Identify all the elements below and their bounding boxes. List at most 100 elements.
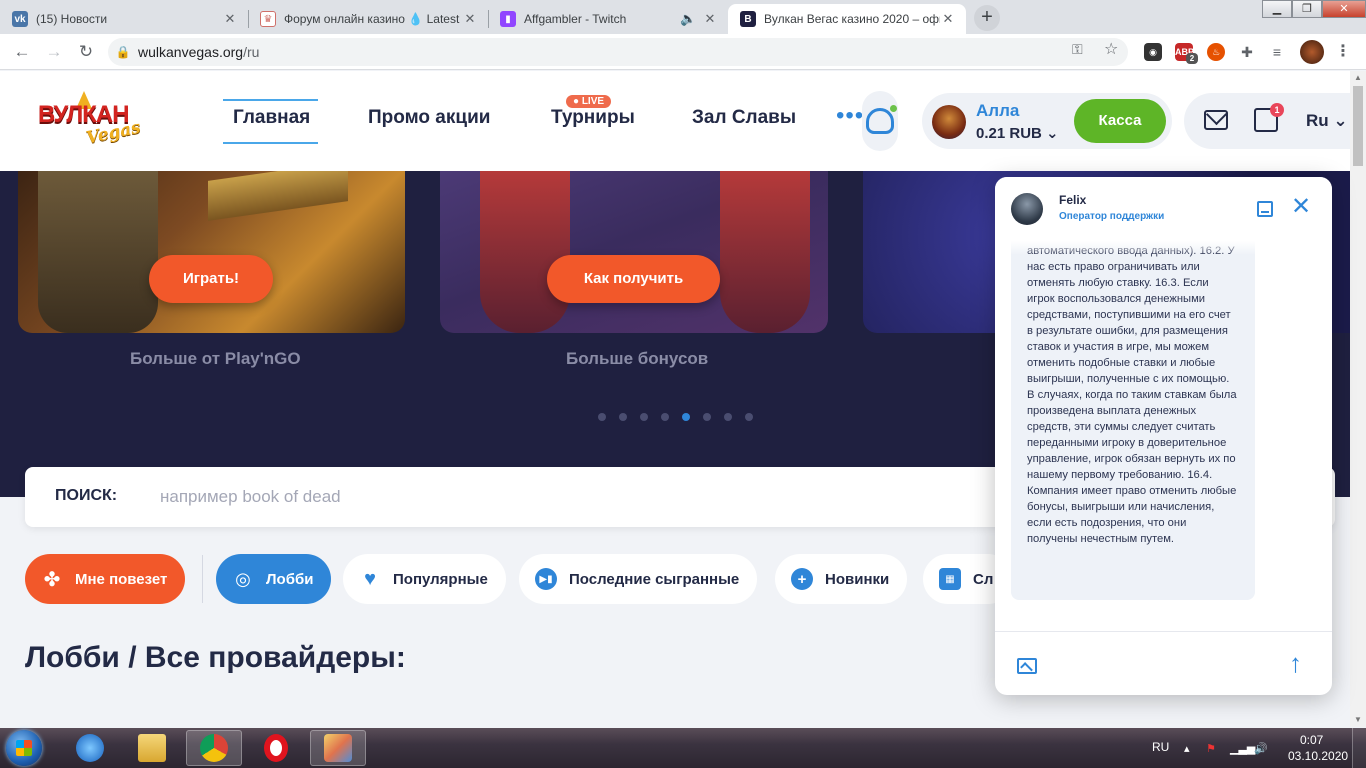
promo-art-figure: [720, 171, 810, 333]
url-bar[interactable]: 🔒 wulkanvegas.org/ru: [108, 38, 1128, 66]
filter-recently-played[interactable]: ▶▮ Последние сыгранные: [519, 554, 758, 604]
close-window-button[interactable]: ✕: [1322, 0, 1366, 18]
key-icon[interactable]: ⚿: [1072, 41, 1083, 58]
headset-icon: [866, 108, 894, 134]
chat-message: автоматического ввода данных). 16.2. У н…: [1011, 231, 1255, 600]
carousel-dot[interactable]: [724, 413, 732, 421]
tab-title: Affgambler - Twitch: [524, 12, 627, 26]
scroll-up-icon[interactable]: ▲: [1350, 71, 1366, 85]
nav-promotions[interactable]: Промо акции: [368, 107, 490, 129]
medal-icon: ◎: [235, 568, 251, 589]
puzzle-extensions-icon[interactable]: ✚: [1238, 43, 1256, 61]
filter-new[interactable]: + Новинки: [775, 554, 908, 604]
browser-menu-icon[interactable]: ⋮: [1334, 43, 1352, 61]
new-tab-button[interactable]: +: [974, 5, 1000, 31]
play-button[interactable]: Играть!: [149, 255, 273, 303]
clover-icon: ✤: [43, 568, 61, 591]
reload-icon[interactable]: ↻: [74, 40, 98, 64]
chat-scroll-fade: [995, 241, 1332, 255]
scroll-down-icon[interactable]: ▼: [1350, 713, 1366, 727]
operator-avatar: [1011, 193, 1043, 225]
speaker-icon[interactable]: 🔈: [680, 11, 696, 27]
volume-icon[interactable]: 🔊: [1254, 742, 1268, 755]
clock-time[interactable]: 0:07: [1300, 733, 1323, 747]
filter-feeling-lucky[interactable]: ✤ Мне повезет: [25, 554, 186, 604]
nav-home[interactable]: Главная: [233, 107, 310, 129]
user-balance[interactable]: 0.21 RUB ⌄: [976, 124, 1059, 142]
tab-title: (15) Новости: [36, 12, 108, 26]
media-queue-icon[interactable]: ≡: [1268, 43, 1286, 61]
promo-caption-playngo[interactable]: Больше от Play'nGO: [130, 349, 301, 369]
tab-title: Вулкан Вегас казино 2020 – офи: [764, 12, 940, 26]
browser-tab-twitch[interactable]: ▮ Affgambler - Twitch 🔈 ✕: [488, 4, 728, 34]
ie-icon: [76, 734, 104, 762]
mail-icon[interactable]: [1204, 110, 1228, 130]
filter-lobby[interactable]: ◎ Лобби: [216, 554, 332, 604]
address-toolbar: ← → ↻ 🔒 wulkanvegas.org/ru ⚿ ☆ ◉ ABP 2 ♨…: [0, 34, 1366, 70]
taskbar-ie[interactable]: [62, 730, 118, 766]
action-center-icon[interactable]: ⚑: [1206, 742, 1216, 755]
how-to-get-button[interactable]: Как получить: [547, 255, 720, 303]
nav-hall-of-fame[interactable]: Зал Славы: [692, 107, 796, 129]
chrome-icon: [200, 734, 228, 762]
maximize-window-button[interactable]: ❐: [1292, 0, 1322, 18]
profile-avatar-icon[interactable]: [1300, 40, 1324, 64]
carousel-dot[interactable]: [619, 413, 627, 421]
browser-tab-vk[interactable]: vk (15) Новости ✕: [0, 4, 248, 34]
carousel-pagination: [598, 413, 753, 421]
network-icon[interactable]: ▁▃▅: [1230, 742, 1255, 755]
start-button[interactable]: [6, 730, 42, 766]
close-tab-icon[interactable]: ✕: [462, 11, 478, 27]
minimize-chat-icon[interactable]: [1257, 201, 1273, 217]
filter-popular[interactable]: ♥ Популярные: [343, 554, 506, 604]
carousel-dot[interactable]: [640, 413, 648, 421]
carousel-dot[interactable]: [661, 413, 669, 421]
extension-icon[interactable]: ◉: [1144, 43, 1162, 61]
filter-label: Сл: [973, 570, 994, 588]
plus-icon: +: [791, 568, 813, 590]
promo-caption-bonuses[interactable]: Больше бонусов: [566, 349, 708, 369]
taskbar-opera[interactable]: [248, 730, 304, 766]
vulkan-logo[interactable]: ВУЛКАН Vegas: [38, 91, 162, 151]
url-text: wulkanvegas.org/ru: [138, 44, 260, 60]
browser-tab-vulkan[interactable]: B Вулкан Вегас казино 2020 – офи ✕: [728, 4, 966, 34]
show-desktop-button[interactable]: [1352, 728, 1366, 768]
clock-date[interactable]: 03.10.2020: [1288, 749, 1348, 763]
scrollbar-thumb[interactable]: [1353, 86, 1363, 166]
opera-icon: [264, 734, 288, 762]
browser-tab-forum[interactable]: ♛ Форум онлайн казино 💧 Latest ✕: [248, 4, 488, 34]
minimize-window-button[interactable]: ▁: [1262, 0, 1292, 18]
send-arrow-icon[interactable]: ↑: [1289, 648, 1302, 679]
close-tab-icon[interactable]: ✕: [702, 11, 718, 27]
carousel-dot[interactable]: [682, 413, 690, 421]
promo-card-bonuses[interactable]: Как получить: [440, 171, 828, 333]
language-selector[interactable]: Ru ⌄: [1306, 111, 1348, 131]
back-arrow-icon[interactable]: ←: [10, 40, 34, 64]
cashier-button[interactable]: Касса: [1074, 99, 1166, 143]
close-tab-icon[interactable]: ✕: [940, 11, 956, 27]
support-button[interactable]: [862, 91, 898, 151]
carousel-dot[interactable]: [598, 413, 606, 421]
carousel-dot[interactable]: [745, 413, 753, 421]
tray-arrow-icon[interactable]: ▴: [1184, 742, 1190, 755]
user-account-panel[interactable]: Алла 0.21 RUB ⌄ Касса: [922, 93, 1172, 149]
carousel-dot[interactable]: [703, 413, 711, 421]
operator-name: Felix: [1059, 193, 1087, 207]
taskbar-explorer[interactable]: [124, 730, 180, 766]
vk-icon: vk: [12, 11, 28, 27]
user-avatar: [932, 105, 966, 139]
forward-arrow-icon[interactable]: →: [42, 40, 66, 64]
fire-extension-icon[interactable]: ♨: [1207, 43, 1225, 61]
taskbar-chrome[interactable]: [186, 730, 242, 766]
attach-image-icon[interactable]: [1017, 658, 1037, 674]
bookmark-star-icon[interactable]: ☆: [1104, 39, 1118, 59]
page-scrollbar[interactable]: ▲ ▼: [1350, 71, 1366, 727]
more-menu-icon[interactable]: •••: [836, 104, 864, 128]
search-input[interactable]: [160, 483, 760, 511]
close-chat-icon[interactable]: ✕: [1291, 195, 1311, 219]
close-tab-icon[interactable]: ✕: [222, 11, 238, 27]
promo-card-playngo[interactable]: Играть!: [18, 171, 405, 333]
input-language[interactable]: RU: [1152, 740, 1169, 754]
nav-tournaments[interactable]: Турниры: [551, 107, 635, 129]
taskbar-paint[interactable]: [310, 730, 366, 766]
